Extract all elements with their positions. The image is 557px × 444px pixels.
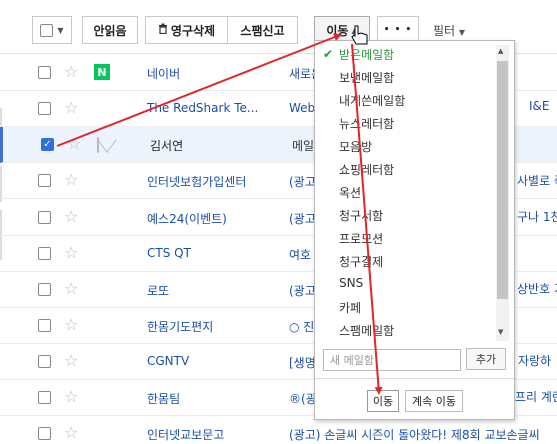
folder-item[interactable]: 받은메일함 [339, 46, 394, 63]
folder-item[interactable]: 스팸메일함 [339, 322, 394, 339]
mail-checkbox[interactable] [38, 355, 51, 368]
mail-subject[interactable]: 메일 [292, 137, 314, 154]
report-spam-button[interactable]: 스팸신고 [228, 16, 298, 44]
mail-sender[interactable]: CTS QT [147, 246, 191, 260]
move-label: 이동 [326, 23, 349, 38]
mark-unread-button[interactable]: 안읽음 [82, 16, 138, 44]
mail-sender[interactable]: 인터넷교보문고 [147, 426, 224, 443]
star-icon[interactable]: ☆ [64, 423, 78, 442]
move-confirm-label: 이동 [372, 395, 394, 408]
mail-checkbox[interactable] [38, 283, 51, 296]
scroll-up-icon[interactable]: ▲ [498, 47, 503, 55]
mail-subject[interactable]: ○ 진 [289, 318, 314, 335]
mail-app: { "toolbar": { "mark_read": "안읽음", "dele… [0, 0, 557, 444]
star-icon[interactable]: ☆ [64, 98, 78, 117]
add-folder-label: 추가 [475, 353, 497, 366]
mail-sender[interactable]: 한몸기도편지 [147, 318, 213, 335]
subject-fragment[interactable]: 구나 1천 [517, 208, 557, 225]
folder-item[interactable]: 카페 [339, 299, 361, 316]
keep-moving-label: 계속 이동 [412, 395, 456, 408]
mail-checkbox[interactable] [38, 102, 51, 115]
mail-checkbox[interactable] [38, 391, 51, 404]
envelope-open-icon [97, 137, 99, 153]
move-confirm-button[interactable]: 이동 [367, 390, 399, 412]
subject-fragment[interactable]: I&E [529, 99, 549, 113]
star-icon[interactable]: ☆ [67, 134, 81, 153]
subject-fragment[interactable]: 프리 계린 [515, 388, 557, 405]
checkbox-icon[interactable] [40, 23, 54, 37]
mail-sender[interactable]: 로또 [147, 282, 169, 299]
star-icon[interactable]: ☆ [64, 351, 78, 370]
mail-checkbox[interactable] [38, 66, 51, 79]
folder-item[interactable]: 프로모션 [339, 230, 383, 247]
folder-item[interactable]: 쇼핑레터함 [339, 161, 394, 178]
subject-fragment[interactable]: 사별로 즉 [517, 172, 557, 189]
divider [315, 378, 514, 379]
filter-button[interactable]: 필터 ▼ [433, 22, 465, 39]
delete-permanently-button[interactable]: 영구삭제 [145, 16, 228, 44]
keep-moving-button[interactable]: 계속 이동 [405, 390, 463, 412]
caret-down-icon: ▼ [458, 28, 466, 37]
folder-item[interactable]: 모음방 [339, 138, 372, 155]
report-spam-label: 스팸신고 [240, 23, 285, 38]
mail-checkbox[interactable]: ✓ [41, 138, 54, 151]
mail-subject[interactable]: ®(광 [289, 390, 317, 407]
star-icon[interactable]: ☆ [64, 279, 78, 298]
naver-logo-icon: N [94, 64, 110, 80]
mail-subject[interactable]: [생명 [289, 354, 316, 371]
subject-fragment[interactable]: 상반호 기 [517, 280, 557, 297]
delete-label: 영구삭제 [170, 23, 216, 38]
more-label: • • • [383, 25, 413, 35]
mail-checkbox[interactable] [38, 427, 51, 440]
caret-down-icon[interactable]: ▼ [57, 26, 63, 35]
star-icon[interactable]: ☆ [64, 243, 78, 262]
caret-up-icon: ▲ [351, 25, 358, 35]
mail-checkbox[interactable] [38, 319, 51, 332]
move-folder-dropdown: ✔ 받은메일함보낸메일함내게쓴메일함뉴스레터함모음방쇼핑레터함옥션청구서함프로모… [314, 40, 515, 420]
mail-sender[interactable]: 네이버 [147, 65, 180, 82]
folder-item[interactable]: SNS [339, 276, 363, 290]
mail-sender[interactable]: 인터넷보험가입센터 [147, 173, 246, 190]
star-icon[interactable]: ☆ [64, 207, 78, 226]
mail-subject[interactable]: (광고) 손글씨 시즌이 돌아왔다! 제8회 교보손글씨 [289, 426, 540, 443]
filter-label: 필터 [433, 24, 456, 38]
mail-subject[interactable]: 여호 [289, 246, 311, 263]
new-folder-placeholder: 새 메일함 [330, 354, 374, 367]
mail-checkbox[interactable] [38, 247, 51, 260]
mail-sender[interactable]: CGNTV [147, 354, 189, 368]
mark-unread-label: 안읽음 [93, 23, 127, 38]
mail-sender[interactable]: 김서연 [150, 137, 183, 154]
star-icon[interactable]: ☆ [64, 387, 78, 406]
add-folder-button[interactable]: 추가 [466, 348, 506, 370]
folder-item[interactable]: 청구결제 [339, 253, 383, 270]
star-icon[interactable]: ☆ [64, 315, 78, 334]
folder-item[interactable]: 옥션 [339, 184, 361, 201]
mail-sender[interactable]: The RedShark Te... [147, 101, 258, 115]
select-all-checkbox[interactable]: ▼ [32, 16, 72, 44]
mail-checkbox[interactable] [38, 174, 51, 187]
mail-row[interactable]: ☆ 인터넷교보문고 (광고) 손글씨 시즌이 돌아왔다! 제8회 교보손글씨 [0, 416, 557, 444]
scroll-down-icon[interactable]: ▼ [498, 328, 503, 336]
mail-checkbox[interactable] [38, 211, 51, 224]
folder-item[interactable]: 보낸메일함 [339, 69, 394, 86]
new-folder-input[interactable]: 새 메일함 [323, 349, 461, 371]
star-icon[interactable]: ☆ [64, 62, 78, 81]
mail-sender[interactable]: 예스24(이벤트) [147, 210, 227, 227]
star-icon[interactable]: ☆ [64, 170, 78, 189]
folder-item[interactable]: 청구서함 [339, 207, 383, 224]
folder-item[interactable]: 뉴스레터함 [339, 115, 394, 132]
mail-sender[interactable]: 한몸팀 [147, 390, 180, 407]
subject-fragment[interactable]: 자랑하 [518, 352, 551, 369]
folder-item[interactable]: 내게쓴메일함 [339, 92, 405, 109]
check-icon: ✔ [323, 47, 334, 61]
trash-icon [158, 23, 168, 37]
scrollbar-thumb[interactable] [497, 61, 508, 299]
